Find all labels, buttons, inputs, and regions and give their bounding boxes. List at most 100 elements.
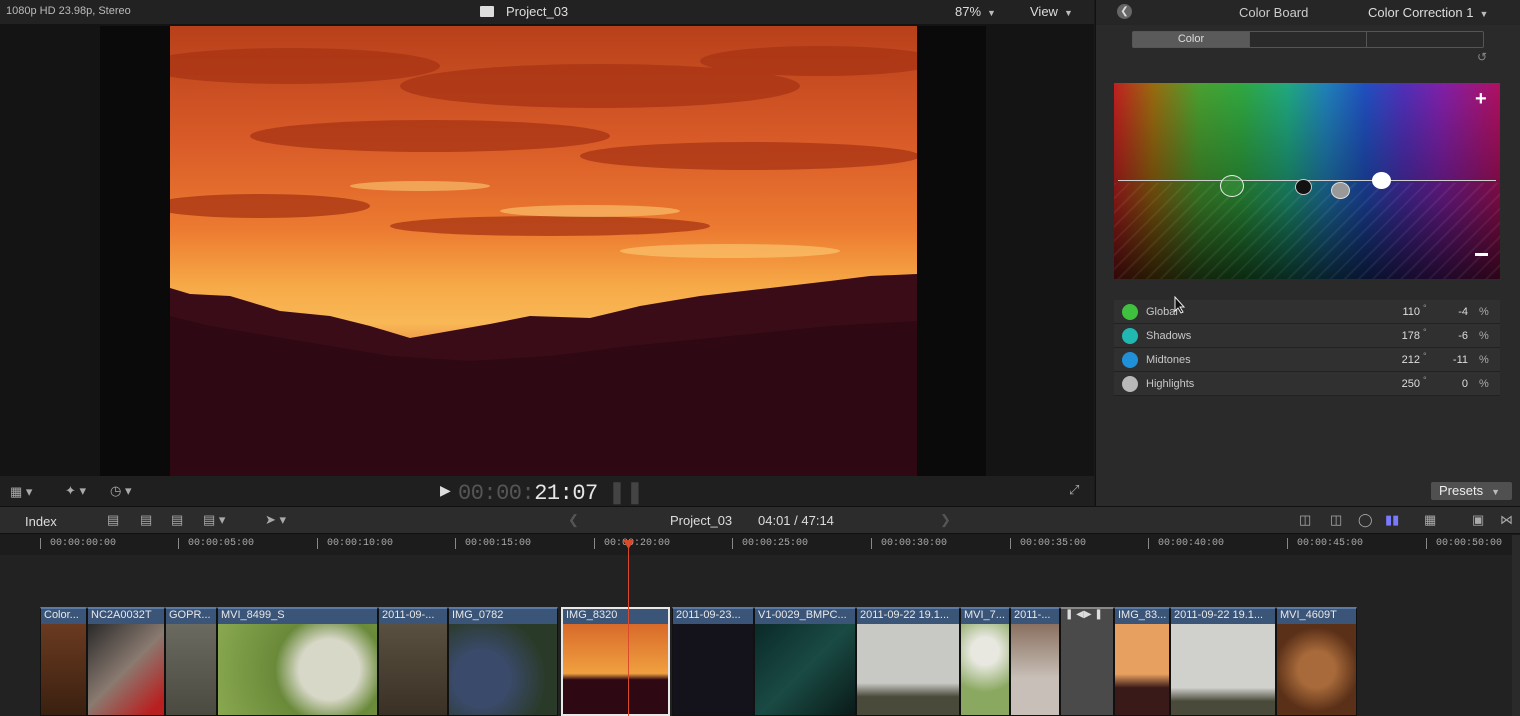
timeline-clip[interactable]: MVI_8499_S: [217, 607, 378, 716]
clip-name: V1-0029_BMPC...: [758, 609, 847, 621]
pct-unit: %: [1479, 306, 1489, 318]
timeline-clip[interactable]: MVI_4609T: [1276, 607, 1357, 716]
clip-thumbnail: [379, 624, 447, 715]
midtones-icon: [1122, 352, 1138, 368]
fullscreen-icon[interactable]: ⤢: [1069, 482, 1079, 498]
angle-value[interactable]: 212: [1364, 354, 1420, 366]
board-negative-hatch: [1114, 183, 1500, 279]
timeline-clip[interactable]: Color...: [40, 607, 87, 716]
insert-clip-icon[interactable]: ▤: [140, 512, 152, 528]
video-skimming-icon[interactable]: ◫: [1299, 512, 1311, 528]
midtones-puck[interactable]: [1331, 182, 1350, 199]
percent-value[interactable]: -6: [1432, 330, 1468, 342]
clip-appearance-icon[interactable]: ▦: [1424, 512, 1436, 528]
correction-name: Color Correction 1: [1368, 5, 1474, 20]
mouse-cursor-icon: [1174, 296, 1186, 314]
index-button[interactable]: Index: [25, 514, 57, 529]
clip-name: 2011-09-22 19.1...: [1174, 609, 1264, 621]
timeline-scrollbar[interactable]: [1512, 535, 1520, 716]
timeline-clip[interactable]: 2011-09-...: [378, 607, 448, 716]
timeline-clip[interactable]: 2011-09-22 19.1...: [1170, 607, 1276, 716]
clip-thumbnail: [961, 624, 1009, 715]
global-puck[interactable]: [1220, 175, 1244, 197]
playhead[interactable]: [628, 540, 629, 716]
tab-color[interactable]: Color: [1133, 32, 1250, 47]
view-menu[interactable]: View ▼: [1030, 4, 1073, 19]
clip-thumbnail: [218, 624, 377, 715]
pct-unit: %: [1479, 378, 1489, 390]
history-forward-icon[interactable]: ❯: [940, 512, 951, 528]
color-board[interactable]: +: [1114, 83, 1500, 279]
reset-icon[interactable]: ↺: [1477, 50, 1487, 64]
headphones-icon[interactable]: ◯: [1358, 512, 1373, 528]
play-icon[interactable]: ▶: [440, 482, 451, 499]
chevron-down-icon: ▼: [1063, 8, 1073, 18]
effects-browser-icon[interactable]: ▣: [1472, 512, 1484, 528]
timeline-clip[interactable]: 2011-09-23...: [672, 607, 754, 716]
snapping-icon[interactable]: ▮▮: [1385, 512, 1399, 528]
presets-label: Presets: [1439, 483, 1484, 498]
select-tool-icon[interactable]: ➤ ▾: [265, 512, 286, 528]
clip-name: IMG_83...: [1118, 609, 1167, 621]
zoom-menu[interactable]: 87% ▼: [955, 4, 996, 19]
deg-unit: °: [1423, 351, 1427, 361]
percent-value[interactable]: 0: [1432, 378, 1468, 390]
ruler-tick: 00:00:25:00: [731, 538, 809, 549]
param-row-highlights[interactable]: Highlights 250 ° 0 %: [1114, 372, 1500, 396]
angle-value[interactable]: 178: [1364, 330, 1420, 342]
minus-icon: [1475, 253, 1488, 256]
clip-thumbnail: [755, 624, 855, 715]
correction-menu[interactable]: Color Correction 1 ▼: [1368, 5, 1488, 20]
timeline-clip[interactable]: IMG_83...: [1114, 607, 1170, 716]
highlights-puck[interactable]: [1372, 172, 1391, 189]
timeline-clip[interactable]: V1-0029_BMPC...: [754, 607, 856, 716]
color-board-tabs: Color: [1132, 31, 1484, 48]
percent-value[interactable]: -11: [1432, 354, 1468, 366]
connect-clip-icon[interactable]: ▤: [107, 512, 119, 528]
param-row-shadows[interactable]: Shadows 178 ° -6 %: [1114, 324, 1500, 348]
clip-name: 2011-09-...: [382, 609, 435, 621]
audio-skimming-icon[interactable]: ◫: [1330, 512, 1342, 528]
transition-icon: ❚ ◀▶ ❚: [1065, 609, 1103, 620]
timeline-transition[interactable]: ❚ ◀▶ ❚: [1060, 607, 1114, 716]
transform-icon[interactable]: ▦ ▾: [10, 484, 32, 500]
timeline-clip-selected[interactable]: IMG_8320: [561, 607, 670, 716]
timeline-clip[interactable]: MVI_7...: [960, 607, 1010, 716]
timeline-clip[interactable]: IMG_0782: [448, 607, 558, 716]
ruler-tick: 00:00:35:00: [1009, 538, 1087, 549]
chevron-down-icon: ▼: [987, 8, 996, 18]
param-row-global[interactable]: Global 110 ° -4 %: [1114, 300, 1500, 324]
timeline-clip[interactable]: 2011-...: [1010, 607, 1060, 716]
timeline-clip[interactable]: 2011-09-22 19.1...: [856, 607, 960, 716]
back-arrow-icon[interactable]: ❮: [1117, 4, 1132, 19]
append-clip-icon[interactable]: ▤: [171, 512, 183, 528]
retime-icon[interactable]: ◷ ▾: [110, 483, 131, 499]
timeline-clip[interactable]: GOPR...: [165, 607, 217, 716]
highlights-icon: [1122, 376, 1138, 392]
audio-meter-icon: ❚❚: [607, 481, 644, 506]
param-row-midtones[interactable]: Midtones 212 ° -11 %: [1114, 348, 1500, 372]
format-label: 1080p HD 23.98p, Stereo: [6, 5, 131, 17]
tab-exposure[interactable]: [1367, 32, 1483, 47]
angle-value[interactable]: 250: [1364, 378, 1420, 390]
presets-button[interactable]: Presets ▼: [1431, 482, 1512, 500]
percent-value[interactable]: -4: [1432, 306, 1468, 318]
overwrite-clip-icon[interactable]: ▤ ▾: [203, 512, 225, 528]
shadows-puck[interactable]: [1295, 179, 1312, 195]
chevron-down-icon: ▼: [1479, 9, 1489, 19]
timeline-toolbar: Index ▤ ▤ ▤ ▤ ▾ ➤ ▾ ❮ Project_03 04:01 /…: [0, 506, 1520, 534]
enhance-icon[interactable]: ✦ ▾: [65, 483, 86, 499]
color-board-inspector: ❮ Color Board Color Correction 1 ▼ Color …: [1095, 0, 1520, 506]
timeline-clip[interactable]: NC2A0032T: [87, 607, 165, 716]
clip-name: 2011-...: [1014, 609, 1051, 621]
clapper-icon: [480, 6, 494, 17]
tab-saturation[interactable]: [1250, 32, 1367, 47]
timeline-ruler[interactable]: 00:00:00:00 00:00:05:00 00:00:10:00 00:0…: [0, 535, 1512, 555]
history-back-icon[interactable]: ❮: [568, 512, 579, 528]
viewer: 1080p HD 23.98p, Stereo Project_03 87% ▼ …: [0, 0, 1094, 506]
clip-name: MVI_8499_S: [221, 609, 285, 621]
transitions-browser-icon[interactable]: ⋈: [1500, 512, 1513, 528]
param-label: Shadows: [1146, 330, 1192, 342]
angle-value[interactable]: 110: [1364, 306, 1420, 318]
timecode-display[interactable]: 00:00:21:07 ❚❚: [458, 480, 644, 506]
